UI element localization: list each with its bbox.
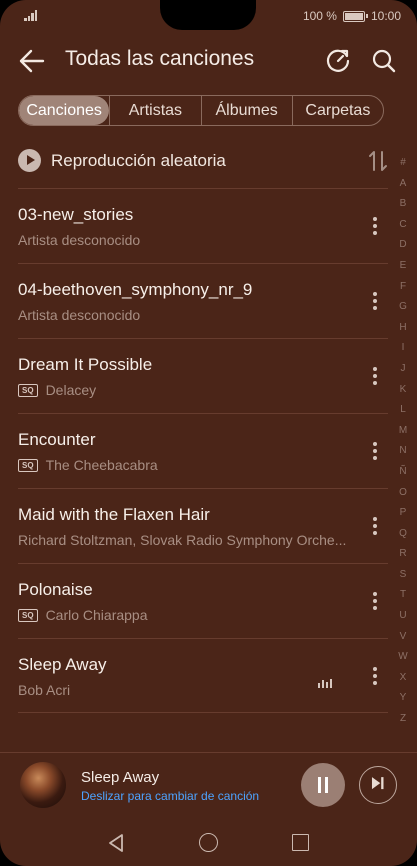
song-artist: Delacey bbox=[45, 382, 97, 398]
tab-artistas[interactable]: Artistas bbox=[109, 96, 200, 125]
song-list: 03-new_stories Artista desconocido 04-be… bbox=[18, 188, 388, 713]
pause-button[interactable] bbox=[301, 763, 345, 807]
alphabet-index-letter[interactable]: A bbox=[396, 174, 410, 195]
alphabet-index-letter[interactable]: N bbox=[396, 441, 410, 462]
song-row[interactable]: 03-new_stories Artista desconocido bbox=[18, 188, 388, 263]
status-bar: 100 % 10:00 bbox=[0, 0, 417, 32]
alphabet-index-letter[interactable]: I bbox=[396, 338, 410, 359]
search-icon[interactable] bbox=[370, 47, 398, 75]
play-icon bbox=[18, 149, 41, 172]
alphabet-index-letter[interactable]: K bbox=[396, 380, 410, 401]
more-options-icon[interactable] bbox=[372, 667, 378, 687]
tab-carpetas[interactable]: Carpetas bbox=[291, 96, 383, 125]
alphabet-index-letter[interactable]: B bbox=[396, 194, 410, 215]
sq-badge: SQ bbox=[18, 383, 38, 397]
signal-icon bbox=[24, 10, 38, 21]
app-header: Todas las canciones bbox=[0, 36, 417, 86]
tab-canciones[interactable]: Canciones bbox=[19, 96, 110, 125]
sq-badge: SQ bbox=[18, 608, 38, 622]
album-cover[interactable] bbox=[20, 762, 66, 808]
back-arrow-icon[interactable] bbox=[18, 48, 46, 74]
alphabet-index-letter[interactable]: W bbox=[396, 647, 410, 668]
system-nav-bar bbox=[0, 818, 417, 866]
song-row-playing[interactable]: Sleep Away Bob Acri bbox=[18, 638, 388, 713]
alphabet-index-letter[interactable]: L bbox=[396, 400, 410, 421]
mini-player[interactable]: Sleep Away Deslizar para cambiar de canc… bbox=[0, 752, 417, 818]
skip-next-icon bbox=[371, 777, 384, 790]
song-row[interactable]: Maid with the Flaxen Hair Richard Stoltz… bbox=[18, 488, 388, 563]
alphabet-index-letter[interactable]: D bbox=[396, 235, 410, 256]
alphabet-index-letter[interactable]: X bbox=[396, 668, 410, 689]
music-app-screen: 100 % 10:00 Todas las canciones Cancione… bbox=[0, 0, 417, 866]
alphabet-index-letter[interactable]: M bbox=[396, 421, 410, 442]
alphabet-index-letter[interactable]: H bbox=[396, 318, 410, 339]
alphabet-index-letter[interactable]: Y bbox=[396, 688, 410, 709]
alphabet-index-letter[interactable]: Z bbox=[396, 709, 410, 730]
more-options-icon[interactable] bbox=[372, 442, 378, 462]
song-title: 04-beethoven_symphony_nr_9 bbox=[18, 280, 253, 299]
alphabet-index-letter[interactable]: E bbox=[396, 256, 410, 277]
more-options-icon[interactable] bbox=[372, 292, 378, 312]
swipe-hint: Deslizar para cambiar de canción bbox=[81, 789, 260, 803]
alphabet-index-letter[interactable]: V bbox=[396, 627, 410, 648]
shuffle-play-row[interactable]: Reproducción aleatoria bbox=[18, 145, 388, 179]
nav-home-icon[interactable] bbox=[199, 833, 218, 852]
next-track-button[interactable] bbox=[359, 766, 397, 804]
song-artist: Artista desconocido bbox=[18, 307, 141, 323]
alphabet-index[interactable]: # A B C D E F G H I J K L M N Ñ O P Q R S T U V W X Y Z bbox=[396, 153, 410, 730]
song-subtitle: SQ The Cheebacabra bbox=[18, 457, 158, 473]
alphabet-index-letter[interactable]: S bbox=[396, 565, 410, 586]
alphabet-index-letter[interactable]: T bbox=[396, 585, 410, 606]
sort-icon[interactable] bbox=[368, 149, 388, 173]
song-artist: Richard Stoltzman, Slovak Radio Symphony… bbox=[18, 532, 347, 548]
category-tabs: Canciones Artistas Álbumes Carpetas bbox=[18, 95, 384, 126]
alphabet-index-letter[interactable]: Ñ bbox=[396, 462, 410, 483]
song-row[interactable]: 04-beethoven_symphony_nr_9 Artista desco… bbox=[18, 263, 388, 338]
song-title: 03-new_stories bbox=[18, 205, 134, 224]
song-artist: Carlo Chiarappa bbox=[45, 607, 148, 623]
song-subtitle: SQ Delacey bbox=[18, 382, 96, 398]
alphabet-index-letter[interactable]: F bbox=[396, 277, 410, 298]
clock: 10:00 bbox=[370, 9, 401, 23]
now-playing-title: Sleep Away bbox=[81, 769, 160, 786]
alphabet-index-letter[interactable]: J bbox=[396, 359, 410, 380]
song-title: Maid with the Flaxen Hair bbox=[18, 505, 210, 524]
nav-recents-icon[interactable] bbox=[292, 834, 309, 851]
battery-percent: 100 % bbox=[302, 9, 337, 23]
alphabet-index-letter[interactable]: # bbox=[396, 153, 410, 174]
tab-albumes[interactable]: Álbumes bbox=[200, 96, 292, 125]
alphabet-index-letter[interactable]: C bbox=[396, 215, 410, 236]
song-row[interactable]: Encounter SQ The Cheebacabra bbox=[18, 413, 388, 488]
more-options-icon[interactable] bbox=[372, 592, 378, 612]
battery-icon bbox=[342, 10, 368, 22]
more-options-icon[interactable] bbox=[372, 367, 378, 387]
shuffle-label: Reproducción aleatoria bbox=[51, 151, 226, 170]
alphabet-index-letter[interactable]: G bbox=[396, 297, 410, 318]
alphabet-index-letter[interactable]: R bbox=[396, 544, 410, 565]
song-title: Polonaise bbox=[18, 580, 93, 599]
song-title: Sleep Away bbox=[18, 655, 107, 674]
song-row[interactable]: Polonaise SQ Carlo Chiarappa bbox=[18, 563, 388, 638]
alphabet-index-letter[interactable]: U bbox=[396, 606, 410, 627]
song-row[interactable]: Dream It Possible SQ Delacey bbox=[18, 338, 388, 413]
song-subtitle: SQ Carlo Chiarappa bbox=[18, 607, 148, 623]
more-options-icon[interactable] bbox=[372, 517, 378, 537]
sq-badge: SQ bbox=[18, 458, 38, 472]
more-options-icon[interactable] bbox=[372, 217, 378, 237]
scan-refresh-icon[interactable] bbox=[324, 47, 352, 75]
alphabet-index-letter[interactable]: O bbox=[396, 483, 410, 504]
song-artist: Artista desconocido bbox=[18, 232, 141, 248]
nav-back-icon[interactable] bbox=[107, 833, 125, 853]
song-title: Dream It Possible bbox=[18, 355, 153, 374]
song-title: Encounter bbox=[18, 430, 96, 449]
page-title: Todas las canciones bbox=[65, 47, 255, 70]
now-playing-equalizer-icon bbox=[318, 678, 336, 688]
song-artist: Bob Acri bbox=[18, 682, 71, 698]
song-artist: The Cheebacabra bbox=[45, 457, 158, 473]
alphabet-index-letter[interactable]: Q bbox=[396, 524, 410, 545]
alphabet-index-letter[interactable]: P bbox=[396, 503, 410, 524]
